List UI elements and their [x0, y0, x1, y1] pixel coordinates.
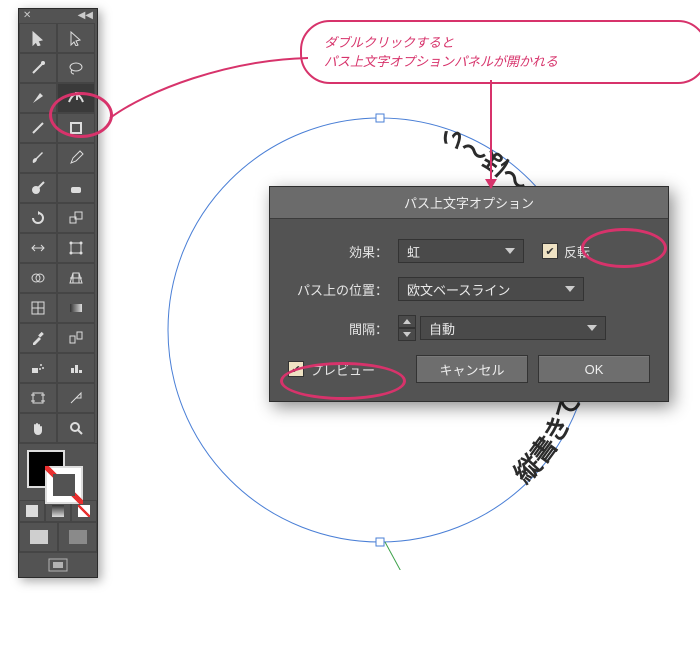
zoom-tool[interactable] [57, 413, 95, 443]
annotation-callout: ダブルクリックすると パス上文字オプションパネルが開かれる [300, 20, 700, 84]
magic-wand-tool[interactable] [19, 53, 57, 83]
spacing-stepper[interactable] [398, 315, 416, 341]
slice-tool[interactable] [57, 383, 95, 413]
chevron-down-icon [565, 286, 575, 292]
annotation-ring-preview [280, 362, 406, 400]
pencil-tool[interactable] [57, 143, 95, 173]
drawing-mode-behind[interactable] [58, 522, 97, 552]
annotation-ring-tool [49, 92, 113, 138]
drawing-mode-normal[interactable] [19, 522, 58, 552]
paintbrush-tool[interactable] [19, 143, 57, 173]
mesh-tool[interactable] [19, 293, 57, 323]
effect-dropdown[interactable]: 虹 [398, 239, 524, 263]
color-mode-solid[interactable] [19, 500, 45, 522]
free-transform-tool[interactable] [57, 233, 95, 263]
symbol-sprayer-tool[interactable] [19, 353, 57, 383]
chevron-down-icon [587, 325, 597, 331]
rotate-tool[interactable] [19, 203, 57, 233]
fill-stroke-swatch[interactable] [19, 443, 97, 500]
spacing-dropdown[interactable]: 自動 [420, 316, 606, 340]
column-graph-tool[interactable] [57, 353, 95, 383]
effect-label: 効果： [288, 242, 388, 261]
eraser-tool[interactable] [57, 173, 95, 203]
chevron-down-icon [505, 248, 515, 254]
blob-brush-tool[interactable] [19, 173, 57, 203]
annotation-ring-flip [581, 228, 667, 268]
perspective-grid-tool[interactable] [57, 263, 95, 293]
close-icon[interactable]: ✕ [23, 11, 31, 21]
blend-tool[interactable] [57, 323, 95, 353]
align-dropdown[interactable]: 欧文ベースライン [398, 277, 584, 301]
align-label: パス上の位置： [288, 280, 388, 299]
eyedropper-tool[interactable] [19, 323, 57, 353]
scale-tool[interactable] [57, 203, 95, 233]
stroke-color-swatch[interactable] [45, 466, 83, 504]
change-screen-mode[interactable] [19, 552, 97, 577]
spacing-value: 自動 [429, 319, 455, 338]
callout-line1: ダブルクリックすると [324, 33, 684, 53]
align-value: 欧文ベースライン [407, 280, 510, 299]
spacing-label: 間隔： [288, 319, 388, 338]
ok-button[interactable]: OK [538, 355, 650, 383]
callout-line2: パス上文字オプションパネルが開かれる [324, 52, 684, 72]
selection-tool[interactable] [19, 23, 57, 53]
effect-value: 虹 [407, 242, 420, 261]
cancel-button[interactable]: キャンセル [416, 355, 528, 383]
lasso-tool[interactable] [57, 53, 95, 83]
width-tool[interactable] [19, 233, 57, 263]
checkbox-checked-icon: ✔ [542, 243, 558, 259]
gradient-tool[interactable] [57, 293, 95, 323]
hand-tool[interactable] [19, 413, 57, 443]
collapse-icon[interactable]: ◀◀ [78, 11, 93, 21]
dialog-title: パス上文字オプション [270, 187, 668, 219]
shape-builder-tool[interactable] [19, 263, 57, 293]
callout-arrow [490, 80, 492, 188]
panel-header: ✕ ◀◀ [19, 9, 97, 23]
artboard-tool[interactable] [19, 383, 57, 413]
direct-selection-tool[interactable] [57, 23, 95, 53]
